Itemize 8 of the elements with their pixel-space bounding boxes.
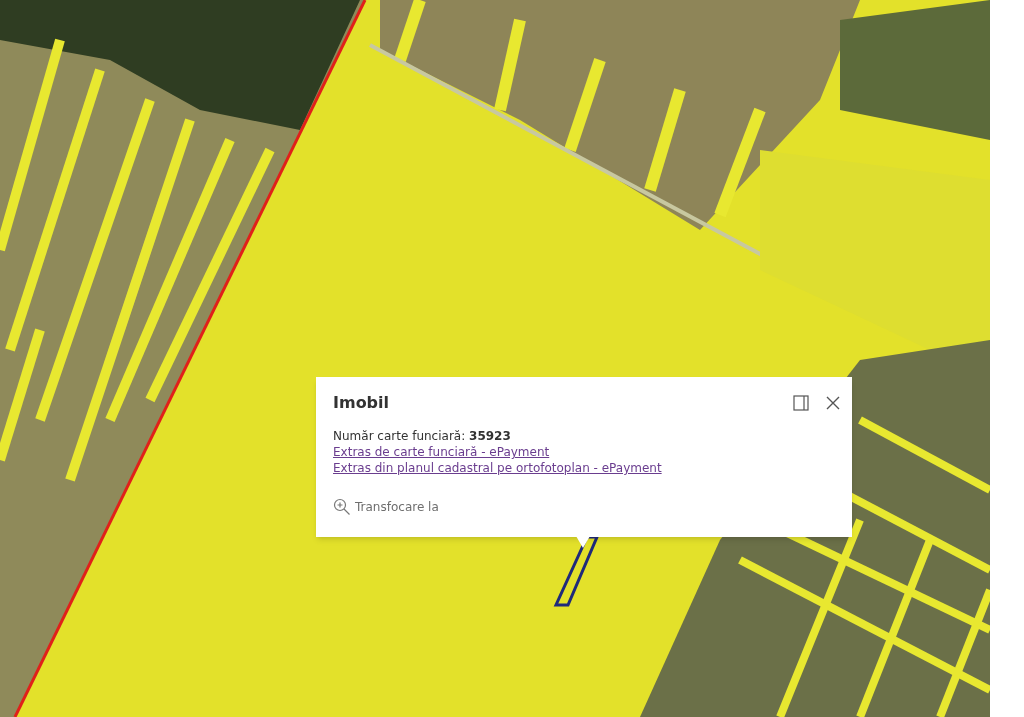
dock-icon[interactable]: [793, 395, 809, 411]
attribute-text: Număr carte funciară: 35923: [333, 428, 511, 444]
zoom-to-button[interactable]: Transfocare la: [355, 498, 439, 516]
epayment-link[interactable]: Extras din planul cadastral pe ortofotoplan - ePayment: [333, 460, 662, 476]
close-icon[interactable]: [825, 395, 841, 411]
epayment-link[interactable]: Extras de carte funciară - ePayment: [333, 444, 550, 460]
popup-title: Imobil: [333, 392, 390, 414]
zoom-in-icon[interactable]: [333, 498, 351, 516]
